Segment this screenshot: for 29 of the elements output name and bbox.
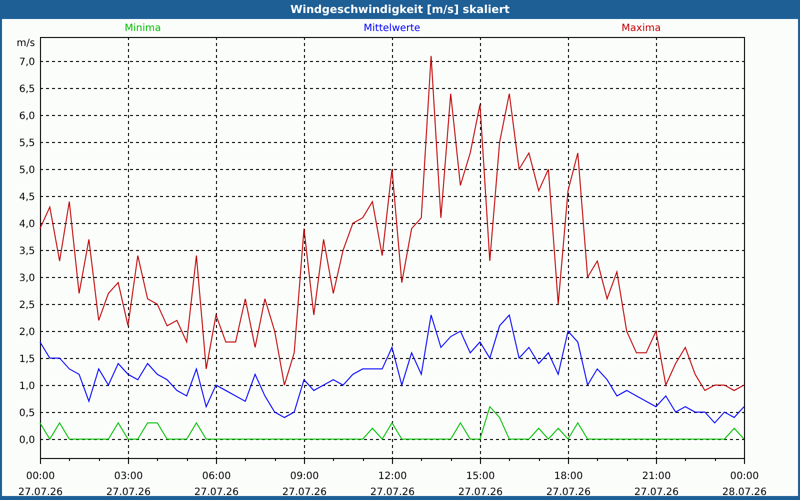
y-tick-label: 2,5: [19, 300, 35, 311]
x-tick-label: 09:00 27.07.26: [281, 470, 328, 498]
y-tick-label: 1,5: [19, 354, 35, 365]
y-tick-label: 2,0: [19, 327, 35, 338]
x-tick-label: 12:00 27.07.26: [369, 470, 416, 498]
x-tick-label: 21:00 27.07.26: [633, 470, 680, 498]
y-tick-label: 0,0: [19, 435, 35, 446]
x-tick-label: 18:00 27.07.26: [545, 470, 592, 498]
x-tick-label: 00:00 27.07.26: [17, 470, 64, 498]
y-tick-label: 1,0: [19, 381, 35, 392]
x-tick-label: 03:00 27.07.26: [105, 470, 152, 498]
x-tick-label: 00:00 28.07.26: [721, 470, 768, 498]
y-axis-label: m/s: [16, 38, 35, 49]
y-tick-label: 0,5: [19, 408, 35, 419]
legend-label: Minima: [124, 23, 161, 34]
y-tick-label: 6,5: [19, 84, 35, 95]
y-tick-label: 3,5: [19, 246, 35, 257]
window-title: Windgeschwindigkeit [m/s] skaliert: [290, 3, 510, 16]
y-tick-label: 4,0: [19, 219, 35, 230]
y-tick-label: 5,0: [19, 165, 35, 176]
y-tick-label: 4,5: [19, 192, 35, 203]
x-tick-label: 06:00 27.07.26: [193, 470, 240, 498]
y-tick-label: 3,0: [19, 273, 35, 284]
y-tick-label: 7,0: [19, 57, 35, 68]
y-tick-label: 6,0: [19, 111, 35, 122]
x-tick-label: 15:00 27.07.26: [457, 470, 504, 498]
y-tick-label: 5,5: [19, 138, 35, 149]
legend-label: Mittelwerte: [364, 23, 420, 34]
legend-label: Maxima: [622, 23, 661, 34]
